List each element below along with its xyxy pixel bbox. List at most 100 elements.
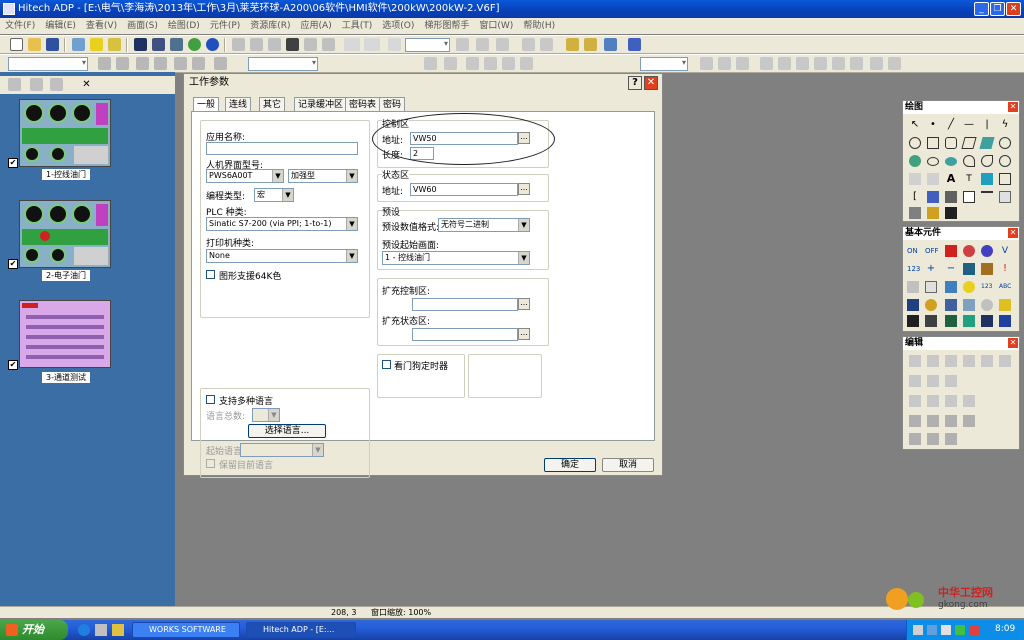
undo-icon[interactable] [304,38,317,51]
off-button-icon[interactable]: OFF [925,245,939,257]
center-v-tool-icon[interactable] [999,355,1011,367]
grid-snap-icon[interactable] [496,38,509,51]
menu-edit[interactable]: 编辑(E) [40,18,81,34]
forward-one-icon[interactable] [945,415,957,427]
screen-icon[interactable] [134,38,147,51]
screen-1-checkbox[interactable]: ✔ [8,158,18,168]
tool-icon[interactable] [850,57,863,70]
bar-graph-icon[interactable] [945,281,957,293]
ie-icon[interactable] [78,624,90,636]
log-icon[interactable] [981,315,993,327]
sample-icon[interactable] [963,315,975,327]
rotate-icon[interactable] [945,433,957,445]
bring-front-icon[interactable] [909,415,921,427]
fill-pattern-icon[interactable] [927,173,939,185]
ext-control-browse-button[interactable]: ... [518,298,530,310]
numeric-icon[interactable]: 123 [907,263,920,275]
polyline-icon[interactable]: ϟ [999,119,1011,131]
pie-icon[interactable] [981,155,993,167]
frame-icon[interactable] [999,173,1011,185]
circle-icon[interactable] [999,137,1011,149]
tab-record-buffer[interactable]: 记录缓冲区 [294,97,348,111]
underline-icon[interactable] [444,57,457,70]
tray-icon[interactable] [913,625,923,635]
download-icon[interactable] [72,38,85,51]
function-icon[interactable] [981,263,993,275]
space-both-icon[interactable] [945,395,957,407]
redo-icon[interactable] [322,38,335,51]
menu-parts[interactable]: 元件(P) [205,18,245,34]
taskbar-item-works[interactable]: WORKS SOFTWARE [132,622,240,638]
dialog-close-button[interactable]: ✕ [644,76,658,90]
desktop-icon[interactable] [95,624,107,636]
ascii-icon[interactable]: ABC [999,281,1011,293]
hmi-variant-select[interactable]: 加强型 ▼ [288,169,358,183]
trend-icon[interactable] [945,299,957,311]
lock-icon[interactable] [90,38,103,51]
filled-circle-icon[interactable] [909,155,921,167]
menu-help[interactable]: 帮助(H) [518,18,560,34]
text-tool-icon[interactable]: A [945,173,957,185]
meter-icon[interactable] [907,299,919,311]
copy-icon[interactable] [250,38,263,51]
data-table-icon[interactable] [945,315,957,327]
ellipse-icon[interactable] [927,157,939,166]
table-icon[interactable] [170,38,183,51]
tool-icon[interactable] [154,57,167,70]
ext-status-browse-button[interactable]: ... [518,328,530,340]
edit-palette-close-button[interactable]: ✕ [1008,338,1018,348]
align-icon[interactable] [456,38,469,51]
tab-password-table[interactable]: 密码表 [345,97,381,111]
distribute-icon[interactable] [963,395,975,407]
fill-icon[interactable] [909,173,921,185]
chord-icon[interactable] [999,155,1011,167]
align-top-tool-icon[interactable] [945,355,957,367]
backward-one-icon[interactable] [963,415,975,427]
tool-icon[interactable] [832,57,845,70]
clock-icon[interactable] [925,299,937,311]
group-icon[interactable] [927,207,939,219]
state-combo[interactable] [405,38,450,52]
center-h-tool-icon[interactable] [981,355,993,367]
align-right-icon[interactable] [502,57,515,70]
ok-button[interactable]: 确定 [544,458,596,472]
dot-icon[interactable]: • [927,119,939,131]
tool-icon[interactable] [192,57,205,70]
screen-2-checkbox[interactable]: ✔ [8,259,18,269]
tray-icon[interactable] [955,625,965,635]
language-count-select[interactable]: ▼ [252,408,280,422]
same-size-icon[interactable] [945,375,957,387]
minimize-button[interactable]: _ [974,2,989,16]
preset-format-select[interactable]: 无符号二进制 ▼ [438,218,530,232]
cancel-button[interactable]: 取消 [602,458,654,472]
chart-icon[interactable] [963,299,975,311]
clock[interactable]: 8:09 [995,624,1015,634]
align-center-icon[interactable] [484,57,497,70]
plc-type-select[interactable]: Sinatic S7-200 (via PPI; 1-to-1) ▼ [206,217,358,231]
ext-status-input[interactable] [412,328,518,341]
ruler-icon[interactable] [540,38,553,51]
multi-state-icon[interactable] [981,245,993,257]
slider-icon[interactable] [907,281,919,293]
ext-control-input[interactable] [412,298,518,311]
tray-icon[interactable] [969,625,979,635]
menu-options[interactable]: 选项(O) [377,18,419,34]
list-icon[interactable] [30,78,43,91]
screen-3-checkbox[interactable]: ✔ [8,360,18,370]
on-button-icon[interactable]: ON [907,245,919,257]
open-icon[interactable] [28,38,41,51]
bitmap-icon[interactable] [927,191,939,203]
picture-icon[interactable] [981,173,993,185]
cut-icon[interactable] [232,38,245,51]
justify-icon[interactable] [520,57,533,70]
scale-icon[interactable] [963,191,975,203]
bell-icon[interactable] [108,38,121,51]
start-language-select[interactable]: ▼ [240,443,324,457]
library-icon[interactable] [909,207,921,219]
toggle-icon[interactable] [945,245,957,257]
close-button[interactable]: ✕ [1006,2,1021,16]
bulb-icon[interactable] [963,281,975,293]
vertical-line-icon[interactable]: | [981,119,993,131]
keep-language-checkbox[interactable] [206,459,215,468]
text-style-icon[interactable]: T [963,173,975,185]
